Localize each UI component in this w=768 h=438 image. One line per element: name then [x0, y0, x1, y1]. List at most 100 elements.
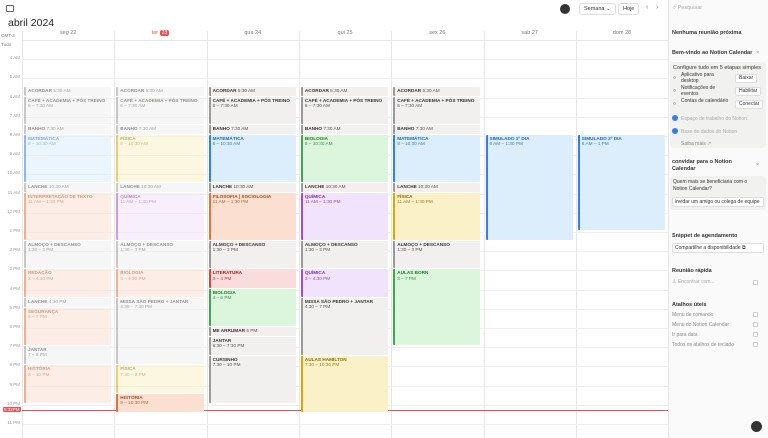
- calendar-event[interactable]: CAFÉ + ACADEMIA + PÓS TREINO 6 – 7:30 AM: [116, 96, 204, 125]
- setup-step-button[interactable]: Habilitar: [735, 87, 762, 96]
- calendar-event[interactable]: MATEMÁTICA 8 – 10:30 AM: [393, 135, 481, 183]
- calendar-event[interactable]: CAFÉ + ACADEMIA + PÓS TREINO 6 – 7:30 AM: [393, 96, 481, 125]
- calendar-event[interactable]: MISSA SÃO PEDRO + JANTAR 4:30 – 7:30 PM: [116, 298, 204, 365]
- shortcut-item[interactable]: Ir para data: [672, 332, 698, 338]
- setup-step-button[interactable]: Baixar: [735, 74, 758, 83]
- calendar-event[interactable]: SIMULADO 2º DIA 8 AM – 1 PM: [577, 135, 666, 231]
- setup-step-label: Contas de calendário: [681, 98, 729, 104]
- calendar-event[interactable]: CAFÉ + ACADEMIA + PÓS TREINO 6 – 7:30 AM: [208, 96, 296, 125]
- calendar-event[interactable]: LANCHE 4:30 PM: [24, 298, 112, 307]
- share-availability-button[interactable]: Compartilhe a disponibilidade ⧉: [672, 243, 764, 253]
- calendar-event[interactable]: BIOLOGIA 3 – 4:30 PM: [116, 269, 204, 298]
- quick-meeting-input[interactable]: ♙ Encontrar com...: [672, 279, 715, 285]
- calendar-event[interactable]: QUÍMICA 3 – 4:30 PM: [300, 269, 389, 298]
- day-header[interactable]: seg 22: [22, 30, 114, 40]
- hour-label: 2 PM: [9, 247, 20, 253]
- calendar-event[interactable]: ALMOÇO + DESCANSO 1:30 – 3 PM: [116, 240, 204, 269]
- search-field[interactable]: ⌕ Pesquisar: [673, 5, 702, 12]
- calendar-event[interactable]: BIOLOGIA 8 – 10:30 AM: [300, 135, 389, 183]
- calendar-event[interactable]: JANTAR 7 – 8 PM: [24, 346, 112, 365]
- calendar-event[interactable]: ALMOÇO + DESCANSO 1:30 – 3 PM: [208, 240, 296, 269]
- calendar-event[interactable]: JANTAR 6:30 – 7:30 PM: [208, 336, 296, 355]
- calendar-event[interactable]: FÍSICA 8 – 10:30 AM: [116, 135, 204, 183]
- calendar-event[interactable]: LANCHE 10:30 AM: [116, 183, 204, 192]
- calendar-event[interactable]: QUÍMICA 11 AM – 1:30 PM: [116, 192, 204, 240]
- calendar-event[interactable]: FILOSOFIA | SOCIOLOGIA 11 AM – 1:30 PM: [208, 192, 296, 240]
- calendar-event[interactable]: LANCHE 10:30 AM: [300, 183, 389, 192]
- calendar-event[interactable]: AULAS HAMILTON 7:30 – 10:30 PM: [300, 355, 389, 413]
- event-title: HISTÓRIA: [28, 366, 51, 372]
- calendar-event[interactable]: LITERATURA 3 – 4 PM: [208, 269, 296, 288]
- day-header[interactable]: qui 25: [299, 30, 391, 40]
- shortcut-item[interactable]: Todos os atalhos de teclado: [672, 342, 734, 348]
- calendar-event[interactable]: BIOLOGIA 4 – 6 PM: [208, 288, 296, 327]
- calendar-event[interactable]: BANHO 7:30 AM: [24, 125, 112, 135]
- shortcut-item[interactable]: Menu do Notion Calendar: [672, 322, 729, 328]
- event-title: QUÍMICA: [120, 193, 141, 199]
- invite-input[interactable]: invidar um amigo ou colega de equipe: [672, 197, 764, 207]
- help-icon[interactable]: [751, 421, 762, 432]
- avatar[interactable]: [560, 4, 570, 14]
- calendar-event[interactable]: SEGURANÇA 5 – 7 PM: [24, 307, 112, 346]
- calendar-event[interactable]: BANHO 7:30 AM: [393, 125, 481, 135]
- calendar-event[interactable]: CAFÉ + ACADEMIA + PÓS TREINO 6 – 7:30 AM: [300, 96, 389, 125]
- calendar-event[interactable]: BANHO 7:30 AM: [116, 125, 204, 135]
- learn-more-label: Saiba mais: [681, 141, 706, 147]
- shortcut-item[interactable]: Menu de comando: [672, 312, 713, 318]
- calendar-event[interactable]: LANCHE 10:30 AM: [393, 183, 481, 192]
- calendar-event[interactable]: LANCHE 10:30 AM: [24, 183, 112, 192]
- event-time: 11 AM – 1:30 PM: [212, 198, 249, 204]
- day-header[interactable]: ter 23: [114, 30, 206, 40]
- done-step-workspace: Espaço de trabalho do Notion: [681, 116, 747, 122]
- calendar-event[interactable]: ACORDAR 5:30 AM: [116, 87, 204, 96]
- event-time: 7:30 – 10:30 PM: [304, 362, 340, 368]
- event-time: 7:30 AM: [231, 126, 249, 132]
- event-title: BANHO: [120, 126, 138, 132]
- calendar-event[interactable]: AULAS BORN 3 – 7 PM: [393, 269, 481, 346]
- calendar-event[interactable]: MISSA SÃO PEDRO + JANTAR 4:30 – 7 PM: [300, 298, 389, 355]
- calendar-event[interactable]: ACORDAR 5:30 AM: [300, 87, 389, 96]
- calendar-event[interactable]: BANHO 7:30 AM: [208, 125, 296, 135]
- day-header[interactable]: sab 27: [484, 30, 576, 40]
- calendar-event[interactable]: LANCHE 10:30 AM: [208, 183, 296, 192]
- next-week-icon[interactable]: ›: [656, 4, 658, 11]
- calendar-event[interactable]: BANHO 7:30 AM: [300, 125, 389, 135]
- day-header[interactable]: dom 28: [576, 30, 668, 40]
- close-icon[interactable]: ×: [756, 162, 759, 168]
- calendar-event[interactable]: MATEMÁTICA 8 – 10:30 AM: [24, 135, 112, 183]
- calendar-event[interactable]: SIMULADO 1º DIA 8 AM – 1:30 PM: [485, 135, 573, 240]
- event-time: 7:30 AM: [323, 126, 341, 132]
- day-header[interactable]: qua 24: [207, 30, 299, 40]
- calendar-event[interactable]: HISTÓRIA 9 – 10:30 PM: [116, 394, 204, 413]
- hour-label: 5 PM: [9, 304, 20, 310]
- event-time: 8 AM – 1 PM: [581, 141, 609, 147]
- calendar-event[interactable]: ME ARRUMAR 6 PM: [208, 327, 296, 336]
- calendar-event[interactable]: QUÍMICA 11 AM – 1:30 PM: [300, 192, 389, 240]
- calendar-event[interactable]: FÍSICA 7:30 – 9 PM: [116, 365, 204, 394]
- calendar-event[interactable]: INTERPRETAÇÃO DE TEXTO 11 AM – 1:30 PM: [24, 192, 112, 240]
- event-time: 7 – 8 PM: [28, 352, 47, 358]
- calendar-event[interactable]: ACORDAR 5:30 AM: [393, 87, 481, 96]
- learn-more-link[interactable]: Saiba mais ↗: [681, 141, 711, 147]
- calendar-event[interactable]: CURSINHO 7:30 – 10 PM: [208, 355, 296, 403]
- calendar-event[interactable]: ALMOÇO + DESCANSO 1:30 – 3 PM: [24, 240, 112, 269]
- calendar-event[interactable]: MATEMÁTICA 8 – 10:30 AM: [208, 135, 296, 183]
- calendar-event[interactable]: ACORDAR 5:30 AM: [24, 87, 112, 96]
- close-icon[interactable]: ×: [756, 50, 759, 56]
- calendar-event[interactable]: ALMOÇO + DESCANSO 1:30 – 3 PM: [300, 240, 389, 269]
- calendar-event[interactable]: CAFÉ + ACADEMIA + PÓS TREINO 6 – 7:30 AM: [24, 96, 112, 125]
- today-button[interactable]: Hoje: [618, 3, 640, 15]
- event-title: ALMOÇO + DESCANSO: [28, 241, 81, 247]
- event-time: 7:30 AM: [46, 126, 64, 132]
- calendar-event[interactable]: ACORDAR 5:30 AM: [208, 87, 296, 96]
- calendar-event[interactable]: ALMOÇO + DESCANSO 1:30 – 3 PM: [393, 240, 481, 269]
- prev-week-icon[interactable]: ‹: [646, 4, 648, 11]
- calendar-event[interactable]: HISTÓRIA 8 – 10 PM: [24, 365, 112, 403]
- view-selector-button[interactable]: Semana ⌄: [579, 3, 616, 15]
- hour-label: 10 PM: [6, 400, 20, 406]
- calendar-event[interactable]: REDAÇÃO 3 – 4:30 PM: [24, 269, 112, 298]
- calendar-event[interactable]: FÍSICA 11 AM – 1:30 PM: [393, 192, 481, 240]
- setup-step-button[interactable]: Conectar: [735, 100, 764, 109]
- sidebar-toggle-icon[interactable]: [6, 5, 14, 12]
- day-header[interactable]: sex 26: [391, 30, 483, 40]
